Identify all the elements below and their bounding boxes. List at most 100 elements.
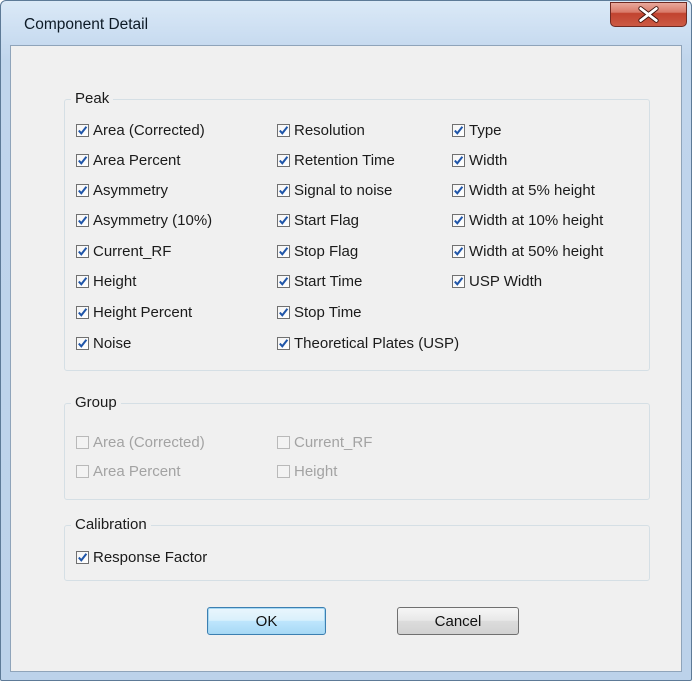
checkbox-box bbox=[76, 464, 89, 478]
checkbox-box bbox=[277, 464, 290, 478]
checkmark-icon bbox=[279, 338, 289, 348]
checkbox-label: Signal to noise bbox=[294, 181, 393, 199]
checkmark-icon bbox=[454, 185, 464, 195]
checkbox-label: Start Time bbox=[294, 272, 363, 290]
checkmark-icon bbox=[279, 185, 289, 195]
checkmark-icon bbox=[279, 155, 289, 165]
checkmark-icon bbox=[78, 552, 88, 562]
checkmark-icon bbox=[454, 215, 464, 225]
checkbox-box[interactable] bbox=[277, 274, 290, 288]
checkbox-area-corrected[interactable]: Area (Corrected) bbox=[76, 120, 205, 140]
checkbox-area-percent: Area Percent bbox=[76, 461, 181, 481]
checkbox-width-at-10-height[interactable]: Width at 10% height bbox=[452, 210, 603, 230]
checkbox-label: Resolution bbox=[294, 121, 365, 139]
checkbox-label: Stop Flag bbox=[294, 242, 359, 260]
checkbox-box[interactable] bbox=[76, 244, 89, 258]
checkbox-box[interactable] bbox=[277, 336, 290, 350]
checkbox-box[interactable] bbox=[76, 336, 89, 350]
checkbox-box[interactable] bbox=[452, 244, 465, 258]
checkmark-icon bbox=[78, 338, 88, 348]
checkbox-label: Height Percent bbox=[93, 303, 193, 321]
close-icon bbox=[638, 6, 659, 23]
checkbox-signal-to-noise[interactable]: Signal to noise bbox=[277, 180, 392, 200]
checkbox-label: Asymmetry (10%) bbox=[93, 211, 213, 229]
checkmark-icon bbox=[78, 276, 88, 286]
dialog-client-area: Peak Group Calibration OK Cancel Area (C… bbox=[10, 45, 682, 672]
checkbox-box[interactable] bbox=[76, 550, 89, 564]
checkbox-response-factor[interactable]: Response Factor bbox=[76, 547, 207, 567]
peak-group-legend: Peak bbox=[71, 90, 114, 107]
ok-button[interactable]: OK bbox=[207, 607, 326, 635]
checkbox-height[interactable]: Height bbox=[76, 271, 136, 291]
checkbox-label: USP Width bbox=[469, 272, 543, 290]
checkbox-start-flag[interactable]: Start Flag bbox=[277, 210, 359, 230]
title-bar[interactable]: Component Detail bbox=[1, 1, 691, 45]
checkbox-box[interactable] bbox=[452, 183, 465, 197]
checkmark-icon bbox=[279, 246, 289, 256]
calibration-group-legend: Calibration bbox=[71, 516, 151, 533]
checkbox-box[interactable] bbox=[277, 305, 290, 319]
checkmark-icon bbox=[78, 246, 88, 256]
checkmark-icon bbox=[78, 185, 88, 195]
checkbox-type[interactable]: Type bbox=[452, 120, 502, 140]
checkbox-box[interactable] bbox=[452, 123, 465, 137]
checkbox-label: Area (Corrected) bbox=[93, 433, 205, 451]
checkbox-resolution[interactable]: Resolution bbox=[277, 120, 365, 140]
checkbox-box[interactable] bbox=[76, 153, 89, 167]
checkbox-usp-width[interactable]: USP Width bbox=[452, 271, 542, 291]
checkbox-current-rf: Current_RF bbox=[277, 432, 372, 452]
checkbox-asymmetry[interactable]: Asymmetry bbox=[76, 180, 168, 200]
checkbox-label: Width bbox=[469, 151, 508, 169]
checkbox-label: Width at 10% height bbox=[469, 211, 604, 229]
checkmark-icon bbox=[454, 155, 464, 165]
checkbox-height: Height bbox=[277, 461, 337, 481]
checkbox-stop-time[interactable]: Stop Time bbox=[277, 302, 362, 322]
checkbox-box[interactable] bbox=[76, 305, 89, 319]
checkbox-box[interactable] bbox=[76, 183, 89, 197]
checkbox-width-at-5-height[interactable]: Width at 5% height bbox=[452, 180, 595, 200]
checkbox-label: Asymmetry bbox=[93, 181, 168, 199]
window-title: Component Detail bbox=[24, 16, 149, 33]
checkbox-noise[interactable]: Noise bbox=[76, 333, 131, 353]
checkbox-current-rf[interactable]: Current_RF bbox=[76, 241, 171, 261]
cancel-button[interactable]: Cancel bbox=[397, 607, 519, 635]
checkbox-box[interactable] bbox=[76, 274, 89, 288]
checkbox-box bbox=[277, 435, 290, 449]
checkbox-box[interactable] bbox=[277, 244, 290, 258]
checkbox-box bbox=[76, 435, 89, 449]
checkbox-label: Width at 5% height bbox=[469, 181, 595, 199]
checkbox-label: Response Factor bbox=[93, 548, 208, 566]
checkbox-box[interactable] bbox=[452, 153, 465, 167]
checkbox-label: Type bbox=[469, 121, 502, 139]
checkbox-label: Start Flag bbox=[294, 211, 360, 229]
checkmark-icon bbox=[279, 307, 289, 317]
checkbox-box[interactable] bbox=[277, 123, 290, 137]
checkmark-icon bbox=[454, 246, 464, 256]
checkbox-label: Current_RF bbox=[93, 242, 172, 260]
checkbox-width[interactable]: Width bbox=[452, 150, 507, 170]
checkmark-icon bbox=[279, 125, 289, 135]
checkbox-start-time[interactable]: Start Time bbox=[277, 271, 362, 291]
checkbox-retention-time[interactable]: Retention Time bbox=[277, 150, 395, 170]
checkbox-box[interactable] bbox=[277, 153, 290, 167]
checkbox-box[interactable] bbox=[76, 213, 89, 227]
checkmark-icon bbox=[78, 155, 88, 165]
checkbox-box[interactable] bbox=[452, 213, 465, 227]
checkbox-label: Height bbox=[294, 462, 338, 480]
checkbox-asymmetry-10[interactable]: Asymmetry (10%) bbox=[76, 210, 212, 230]
checkbox-box[interactable] bbox=[277, 183, 290, 197]
checkbox-width-at-50-height[interactable]: Width at 50% height bbox=[452, 241, 603, 261]
checkbox-box[interactable] bbox=[277, 213, 290, 227]
checkbox-area-percent[interactable]: Area Percent bbox=[76, 150, 181, 170]
checkbox-label: Area Percent bbox=[93, 462, 181, 480]
checkbox-theoretical-plates-usp[interactable]: Theoretical Plates (USP) bbox=[277, 333, 459, 353]
checkbox-height-percent[interactable]: Height Percent bbox=[76, 302, 192, 322]
checkbox-stop-flag[interactable]: Stop Flag bbox=[277, 241, 358, 261]
checkbox-label: Width at 50% height bbox=[469, 242, 604, 260]
checkmark-icon bbox=[279, 276, 289, 286]
checkbox-box[interactable] bbox=[452, 274, 465, 288]
checkbox-box[interactable] bbox=[76, 123, 89, 137]
checkmark-icon bbox=[78, 215, 88, 225]
close-button[interactable] bbox=[610, 2, 687, 27]
checkmark-icon bbox=[454, 125, 464, 135]
